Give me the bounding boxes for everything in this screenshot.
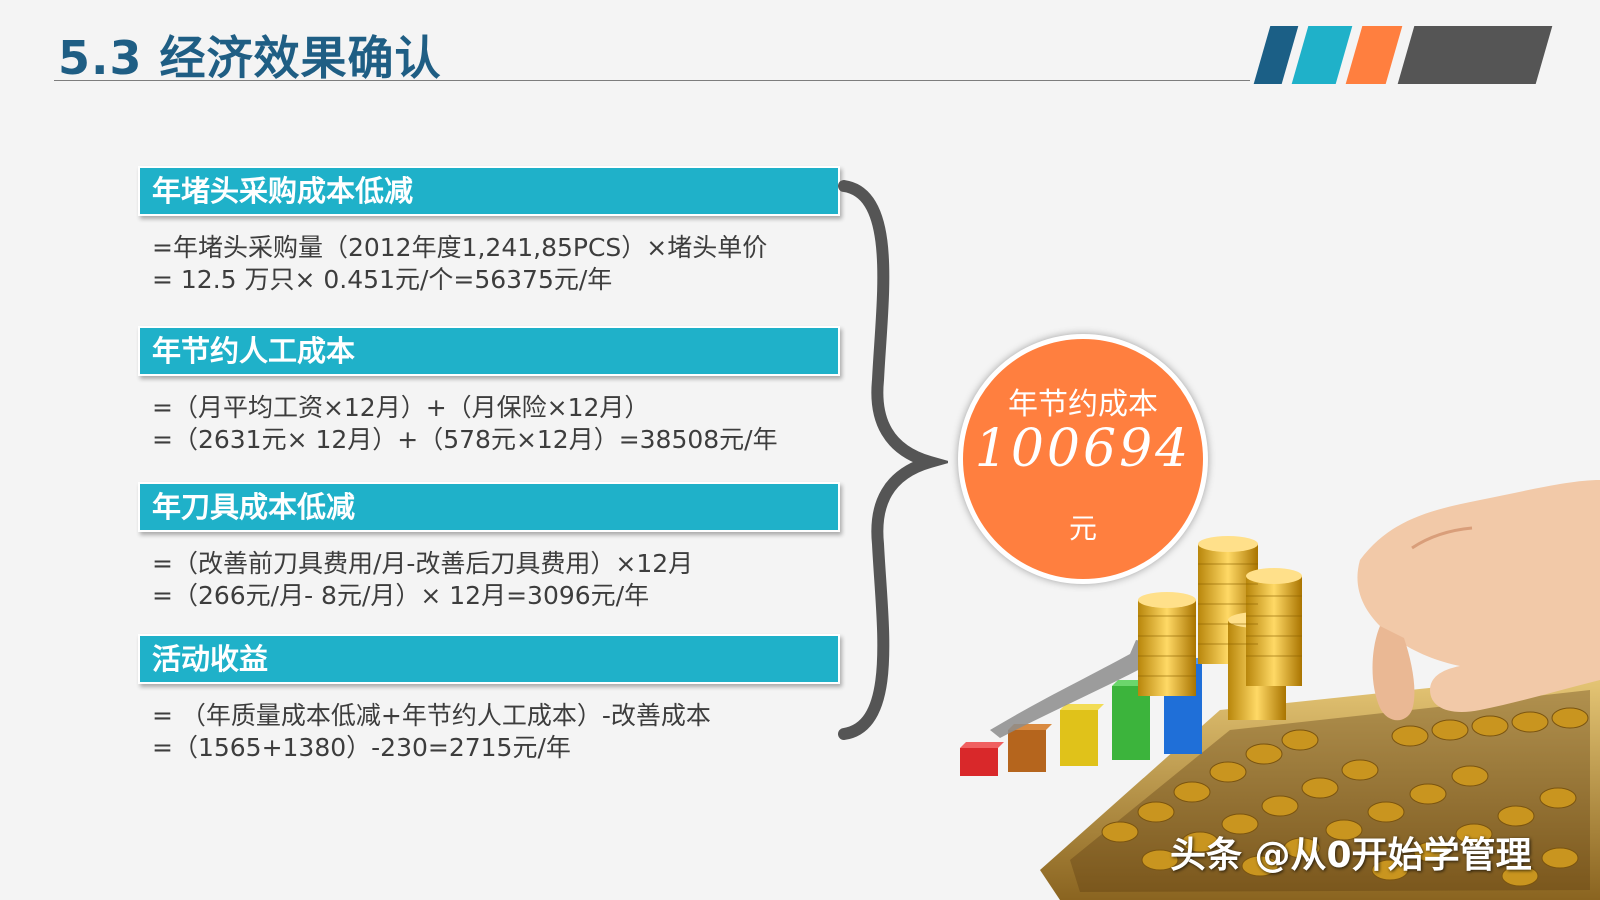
section-heading: 活动收益 bbox=[138, 634, 840, 684]
curly-brace-icon bbox=[838, 180, 948, 740]
formula-line: =（月平均工资×12月）+（月保险×12月） bbox=[152, 393, 650, 422]
stripe-gray bbox=[1397, 26, 1553, 84]
decorative-stripes bbox=[1253, 26, 1562, 84]
formula-line: =（266元/月- 8元/月）× 12月=3096元/年 bbox=[152, 581, 650, 610]
section-labor-cost: 年节约人工成本 =（月平均工资×12月）+（月保险×12月） =（2631元× … bbox=[138, 326, 840, 456]
formula-line: = （年质量成本低减+年节约人工成本）-改善成本 bbox=[152, 701, 711, 730]
formula-line: =（2631元× 12月）+（578元×12月）=38508元/年 bbox=[152, 425, 778, 454]
section-heading: 年刀具成本低减 bbox=[138, 482, 840, 532]
formula-line: =（1565+1380）-230=2715元/年 bbox=[152, 733, 571, 762]
formula-line: =（改善前刀具费用/月-改善后刀具费用）×12月 bbox=[152, 549, 694, 578]
title-divider bbox=[54, 80, 1250, 81]
hand-icon bbox=[1357, 480, 1600, 721]
page-title: 5.3 经济效果确认 bbox=[58, 31, 442, 85]
stripe-orange bbox=[1345, 26, 1403, 84]
formula-line: =年堵头采购量（2012年度1,241,85PCS）×堵头单价 bbox=[152, 233, 768, 262]
section-activity-benefit: 活动收益 = （年质量成本低减+年节约人工成本）-改善成本 =（1565+138… bbox=[138, 634, 840, 764]
section-plug-purchase-cost: 年堵头采购成本低减 =年堵头采购量（2012年度1,241,85PCS）×堵头单… bbox=[138, 166, 840, 296]
watermark: 头条 @从0开始学管理 bbox=[1170, 835, 1532, 876]
stripe-cyan bbox=[1291, 26, 1353, 84]
section-heading: 年堵头采购成本低减 bbox=[138, 166, 840, 216]
coin-stack-icon bbox=[1138, 536, 1302, 720]
formula-line: = 12.5 万只× 0.451元/个=56375元/年 bbox=[152, 265, 613, 294]
stripe-dark-blue bbox=[1253, 26, 1299, 84]
section-heading: 年节约人工成本 bbox=[138, 326, 840, 376]
section-tool-cost: 年刀具成本低减 =（改善前刀具费用/月-改善后刀具费用）×12月 =（266元/… bbox=[138, 482, 840, 612]
savings-label: 年节约成本 bbox=[1008, 387, 1158, 422]
